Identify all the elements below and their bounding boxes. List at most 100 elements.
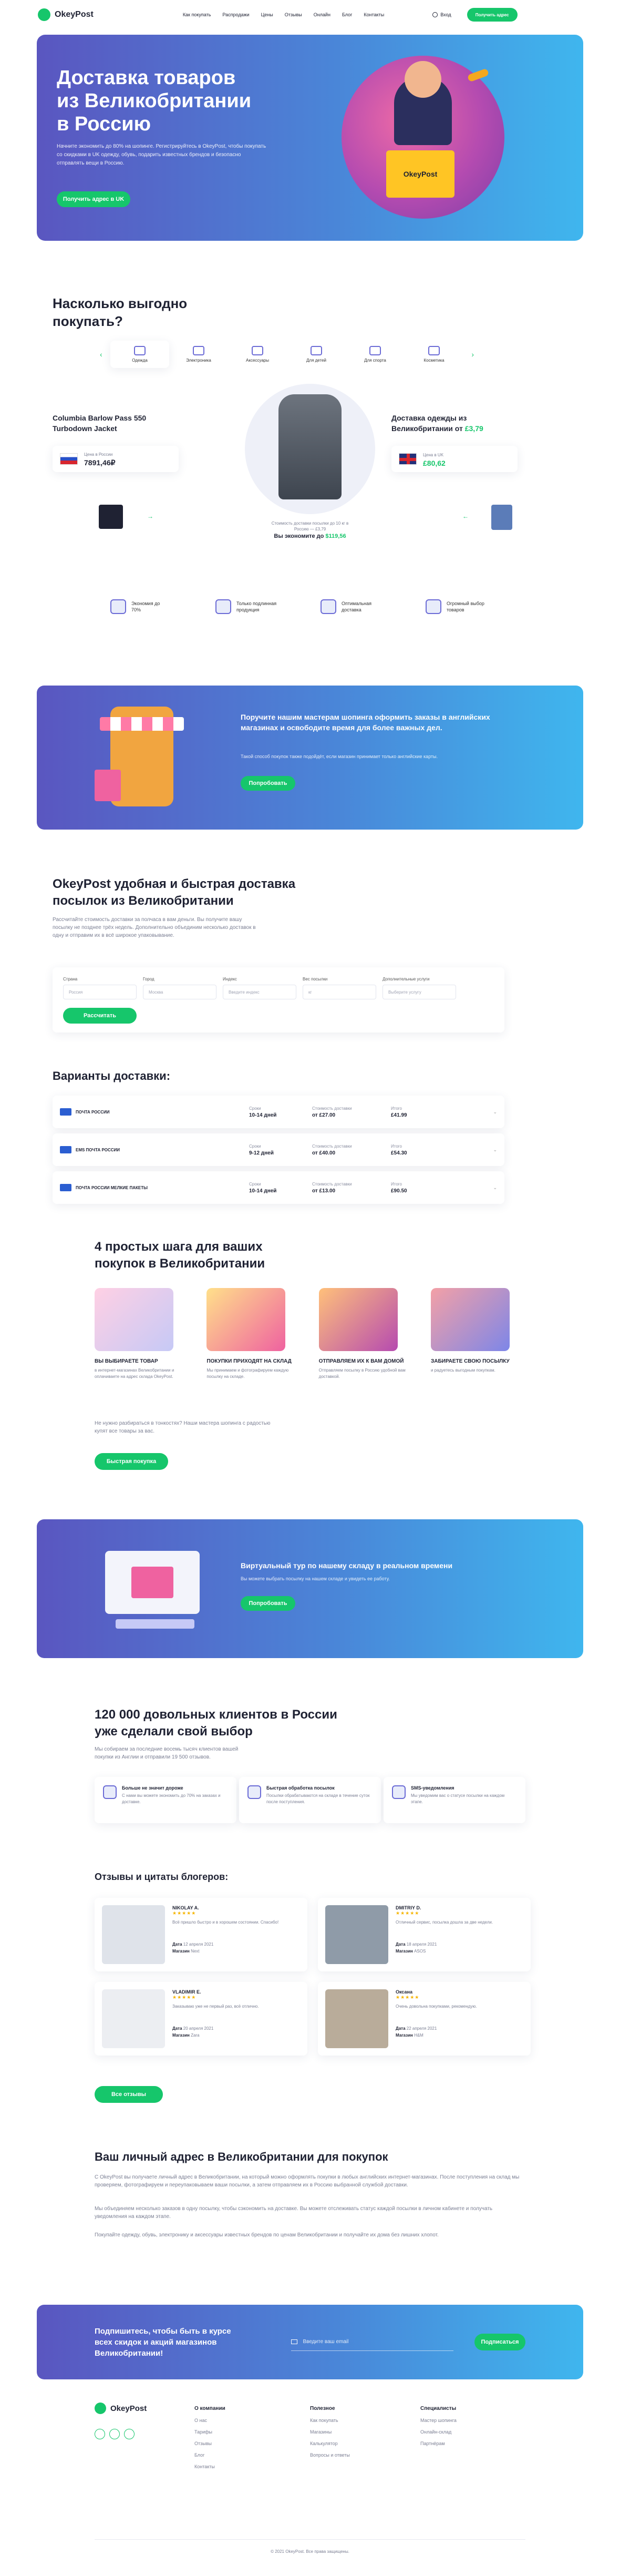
country-field: Страна Россия (63, 977, 137, 999)
awning-shape (100, 717, 184, 731)
delivery-name: EMS ПОЧТА РОССИИ (76, 1147, 120, 1152)
footer-link[interactable]: Партнёрам (420, 2438, 457, 2449)
nav-item[interactable]: Как покупать (183, 12, 211, 17)
facebook-icon[interactable] (109, 2429, 120, 2439)
weight-input[interactable]: кг (303, 985, 376, 999)
delivery-table: ПОЧТА РОССИИ Сроки 10-14 дней Стоимость д… (53, 1096, 504, 1204)
warehouse-illustration (100, 1535, 210, 1640)
delivery-row[interactable]: ПОЧТА РОССИИ Сроки 10-14 дней Стоимость д… (53, 1096, 504, 1128)
nav-item[interactable]: Отзывы (285, 12, 302, 17)
footer-link[interactable]: Мастер шопинга (420, 2415, 457, 2426)
piggy-icon (110, 599, 126, 614)
review-card: DMITRIY D. ★★★★★ Отличный сервис, посылк… (318, 1898, 531, 1971)
truck-icon (321, 599, 336, 614)
thumb-arrow-icon[interactable]: → (147, 513, 153, 520)
footer-col: Специалисты Мастер шопинга Онлайн-склад … (420, 2403, 457, 2449)
city-select[interactable]: Москва (143, 985, 216, 999)
rating-stars: ★★★★★ (172, 1910, 197, 1916)
bags-illustration (206, 1288, 286, 1351)
footer-logo[interactable]: OkeyPost (95, 2403, 147, 2414)
chevron-down-icon[interactable]: ⌄ (493, 1109, 497, 1115)
footer-link[interactable]: Магазины (310, 2426, 350, 2438)
country-select[interactable]: Россия (63, 985, 137, 999)
subscribe-input[interactable]: Введите ваш email (291, 2333, 454, 2351)
footer-link[interactable]: Отзывы (194, 2438, 225, 2449)
all-reviews-button[interactable]: Все отзывы (95, 2086, 163, 2103)
uk-delivery-from: £3,79 (464, 424, 483, 433)
category-tab[interactable]: Косметика (405, 341, 463, 368)
footer-link[interactable]: Вопросы и ответы (310, 2449, 350, 2461)
category-tab-active[interactable]: Одежда (110, 341, 169, 368)
vk-icon[interactable] (95, 2429, 105, 2439)
copyright: © 2021 OkeyPost. Все права защищены. (271, 2549, 349, 2554)
uk-price-label: Цена в UK (423, 452, 444, 457)
nav-item[interactable]: Блог (342, 12, 352, 17)
nav-item[interactable]: Контакты (364, 12, 384, 17)
footer-link[interactable]: Тарифы (194, 2426, 225, 2438)
delivery-name: ПОЧТА РОССИИ (76, 1109, 110, 1115)
cart-icon (426, 599, 441, 614)
nav-item[interactable]: Онлайн (314, 12, 330, 17)
footer-link[interactable]: Калькулятор (310, 2438, 350, 2449)
city-field: Город Москва (143, 977, 216, 999)
product-name: Columbia Barlow Pass 550 Turbodown Jacke… (53, 414, 147, 433)
delivery-row[interactable]: EMS ПОЧТА РОССИИ Сроки 9-12 дней Стоимост… (53, 1133, 504, 1166)
header-cta-button[interactable]: Получить адрес (467, 8, 518, 22)
product-circle (245, 384, 375, 514)
delivery-row[interactable]: ПОЧТА РОССИИ МЕЛКИЕ ПАКЕТЫ Сроки 10-14 дн… (53, 1171, 504, 1204)
uk-price-value: £80,62 (423, 458, 446, 467)
shop-illustration (95, 701, 200, 817)
step-text: в интернет-магазинах Великобритании и оп… (95, 1368, 174, 1379)
category-tab[interactable]: Для детей (287, 341, 346, 368)
chevron-down-icon[interactable]: ⌄ (493, 1185, 497, 1191)
rating-stars: ★★★★★ (172, 1995, 197, 2000)
services-select[interactable]: Выберите услугу (383, 985, 456, 999)
nav-item[interactable]: Цены (261, 12, 273, 17)
shopper-cta-button[interactable]: Попробовать (241, 776, 295, 791)
category-tab[interactable]: Аксессуары (228, 341, 287, 368)
logo-text: OkeyPost (55, 10, 94, 19)
nav-item[interactable]: Распродажи (222, 12, 249, 17)
uk-flag-icon (399, 453, 417, 465)
footer-link[interactable]: Онлайн-склад (420, 2426, 457, 2438)
quick-buy-button[interactable]: Быстрая покупка (95, 1453, 168, 1470)
shirt-icon (134, 346, 146, 355)
box-label: OkeyPost (403, 170, 438, 178)
login-link[interactable]: Вход (432, 12, 451, 17)
logo[interactable]: OkeyPost (38, 8, 94, 21)
ru-price-card: Цена в России 7891,46₽ (53, 446, 179, 472)
hero-illustration: OkeyPost (336, 50, 510, 224)
toy-icon (311, 346, 322, 355)
calc-fields: Страна Россия Город Москва Индекс Введите и… (63, 977, 494, 999)
savings-value: $119,56 (325, 533, 346, 539)
hero-cta-button[interactable]: Получить адрес в UK (57, 191, 130, 207)
shopper-text: Такой способ покупок также подойдёт, есл… (241, 754, 438, 759)
post-logo-icon (60, 1108, 71, 1116)
instagram-icon[interactable] (124, 2429, 135, 2439)
review-photo (325, 1905, 388, 1964)
review-text: Отличный сервис, посылка дошла за две не… (396, 1920, 493, 1925)
subscribe-button[interactable]: Подписаться (474, 2334, 525, 2350)
chevron-down-icon[interactable]: ⌄ (493, 1147, 497, 1153)
footer-link[interactable]: Контакты (194, 2461, 225, 2472)
tour-cta-button[interactable]: Попробовать (241, 1596, 295, 1611)
footer-link[interactable]: Как покупать (310, 2415, 350, 2426)
step-text: и радуетесь выгодным покупкам. (430, 1368, 495, 1373)
category-tab[interactable]: Электроника (169, 341, 228, 368)
next-arrow-icon[interactable]: › (463, 350, 474, 359)
feature-item: Экономия до 70% (110, 599, 215, 614)
step-item: ПОКУПКИ ПРИХОДЯТ НА СКЛАД Мы принимаем и… (206, 1288, 301, 1380)
zip-input[interactable]: Введите индекс (223, 985, 296, 999)
category-tab[interactable]: Для спорта (346, 341, 405, 368)
footer-divider (95, 2539, 525, 2540)
calculate-button[interactable]: Рассчитать (63, 1008, 137, 1024)
footer-link[interactable]: Блог (194, 2449, 225, 2461)
subscribe-title: Подпишитесь, чтобы быть в курсе всех ски… (95, 2326, 231, 2358)
thumb-arrow-back-icon[interactable]: ← (462, 513, 469, 520)
savings: Вы экономите до $119,56 (274, 533, 346, 539)
advantage-card: Быстрая обработка посылок Посылки обрабат… (239, 1777, 381, 1823)
prev-arrow-icon[interactable]: ‹ (100, 350, 110, 359)
ems-logo-icon (60, 1146, 71, 1153)
login-label: Вход (440, 12, 451, 17)
footer-link[interactable]: О нас (194, 2415, 225, 2426)
